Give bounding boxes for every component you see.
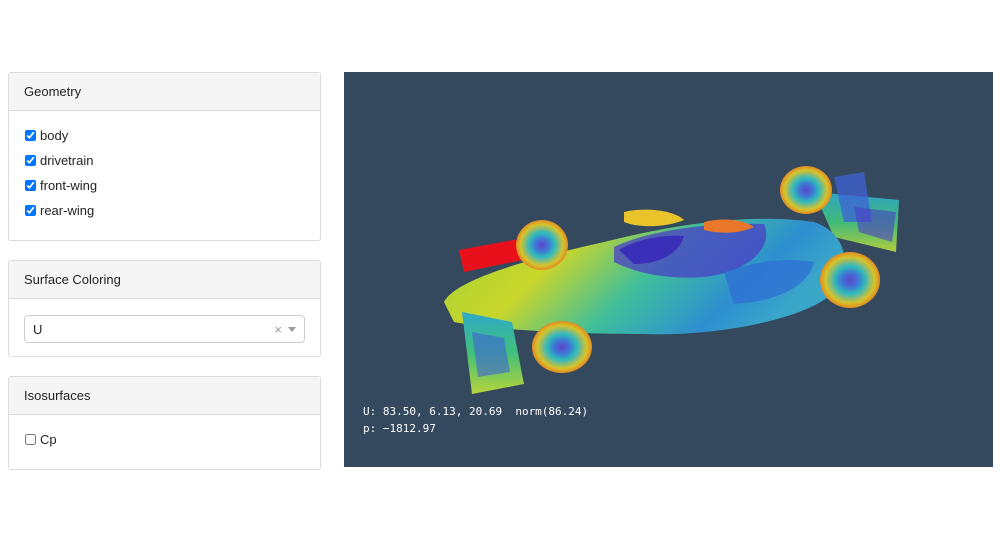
cp-checkbox[interactable] <box>25 434 36 445</box>
geometry-item-body[interactable]: body <box>24 123 305 148</box>
front-left-tyre <box>516 220 568 270</box>
rear-wing-checkbox[interactable] <box>25 205 36 216</box>
surface-coloring-panel-title: Surface Coloring <box>9 261 320 299</box>
front-right-tyre <box>532 321 592 373</box>
probe-pressure: p: −1812.97 <box>363 422 436 435</box>
rear-right-tyre <box>780 166 832 214</box>
drivetrain-checkbox[interactable] <box>25 155 36 166</box>
geometry-panel-title: Geometry <box>9 73 320 111</box>
geometry-item-rear-wing[interactable]: rear-wing <box>24 198 305 223</box>
isosurfaces-panel-title: Isosurfaces <box>9 377 320 415</box>
chevron-down-icon[interactable] <box>288 326 296 332</box>
isosurfaces-panel: Isosurfaces Cp <box>8 376 321 470</box>
isosurface-item-cp[interactable]: Cp <box>24 427 305 452</box>
surface-coloring-select[interactable]: U × <box>24 315 305 343</box>
geometry-item-label: body <box>40 128 69 143</box>
rear-left-tyre <box>820 252 880 308</box>
geometry-item-label: front-wing <box>40 178 98 193</box>
surface-coloring-panel: Surface Coloring U × <box>8 260 321 357</box>
front-wing-checkbox[interactable] <box>25 180 36 191</box>
render-viewport[interactable]: U: 83.50, 6.13, 20.69 norm(86.24) p: −181… <box>344 72 993 467</box>
clear-icon[interactable]: × <box>274 322 282 337</box>
body-checkbox[interactable] <box>25 130 36 141</box>
isosurface-item-label: Cp <box>40 432 57 447</box>
geometry-item-label: rear-wing <box>40 203 95 218</box>
probe-readout: U: 83.50, 6.13, 20.69 norm(86.24) p: −181… <box>363 403 588 437</box>
probe-velocity: U: 83.50, 6.13, 20.69 norm(86.24) <box>363 405 589 418</box>
surface-coloring-selected-value: U <box>33 321 43 337</box>
geometry-item-drivetrain[interactable]: drivetrain <box>24 148 305 173</box>
geometry-item-front-wing[interactable]: front-wing <box>24 173 305 198</box>
car-body <box>444 209 845 335</box>
geometry-panel: Geometry body drivetrain front-wing rear… <box>8 72 321 241</box>
geometry-item-label: drivetrain <box>40 153 94 168</box>
geometry-list: body drivetrain front-wing rear-wing <box>9 111 320 235</box>
